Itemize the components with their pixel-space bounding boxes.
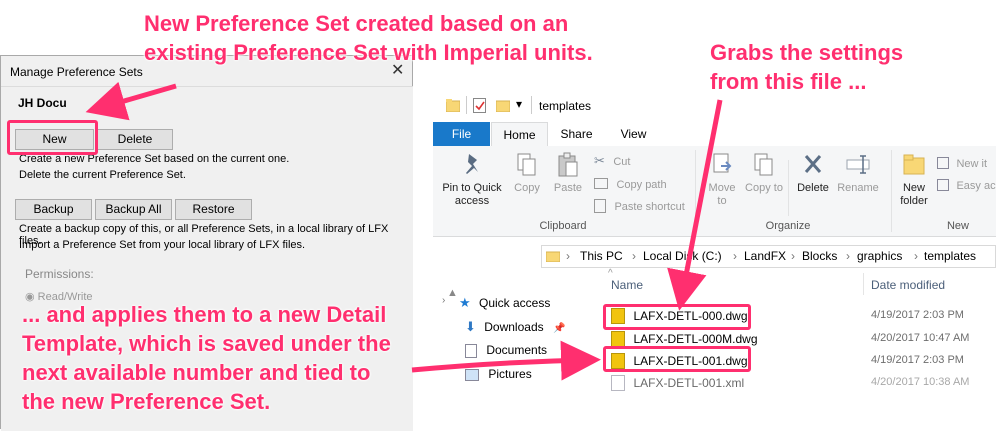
annotation-bottom-line3: next available number and tied to [22, 360, 371, 385]
arrow-to-source-file [667, 99, 723, 311]
annotation-top-line2: existing Preference Set with Imperial un… [144, 40, 593, 65]
annotation-top-line1: New Preference Set created based on an [144, 11, 569, 36]
arrow-to-new-file [411, 340, 601, 381]
annotation-bottom-line2: Template, which is saved under the [22, 331, 391, 356]
annotation-bottom-line4: the new Preference Set. [22, 389, 271, 414]
arrow-to-new-button [85, 81, 177, 121]
annotation-bottom-line1: ... and applies them to a new Detail [22, 302, 387, 327]
annotation-right-line2: from this file ... [710, 69, 867, 94]
annotation-right-line1: Grabs the settings [710, 40, 904, 65]
